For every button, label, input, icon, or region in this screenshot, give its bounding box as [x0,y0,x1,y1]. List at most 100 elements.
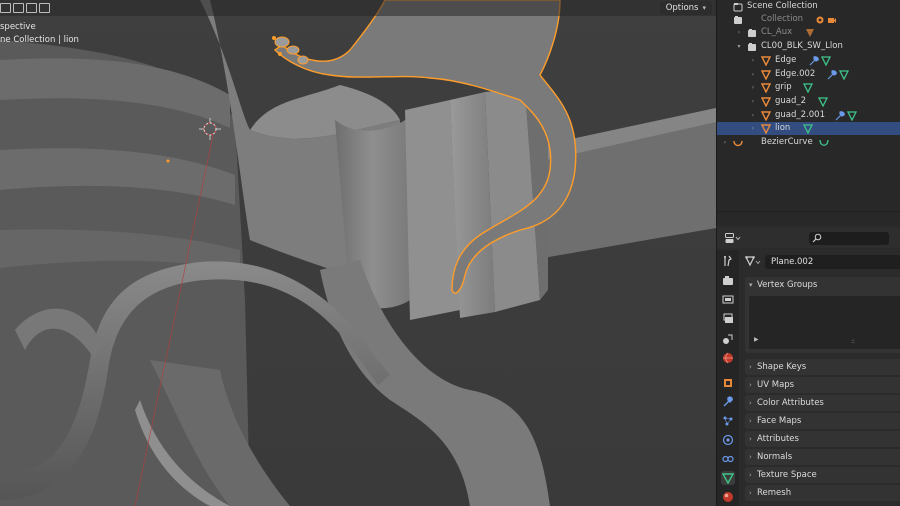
mesh-data-icon[interactable] [802,82,814,93]
outliner-row-guad-2-001[interactable]: › guad_2.001 [717,109,900,122]
outliner[interactable]: Scene Collection Collection › CL_Aux ▾ CL00_B… [716,0,900,226]
outliner-row-beziercurve[interactable]: › BezierCurve [717,136,900,149]
panel-header-vertex-groups[interactable]: ▾ Vertex Groups [745,277,900,293]
mesh-datablock-selector[interactable]: Plane.002 [745,255,900,269]
tab-view-layer[interactable] [721,312,735,326]
outliner-row-collection[interactable]: Collection [717,13,900,26]
mesh-object-icon [760,69,772,81]
chevron-right-icon: › [749,435,752,443]
hide-in-viewport-icon [816,16,824,23]
panel-normals[interactable]: › Normals [745,449,900,465]
curve-data-icon[interactable] [819,138,829,148]
mesh-object-icon [760,55,772,67]
modifier-icon[interactable] [809,55,819,66]
options-dropdown[interactable]: Options ▾ [659,1,712,15]
chevron-right-icon: › [749,363,752,371]
panel-title: Normals [757,452,793,462]
tab-scene[interactable] [721,332,735,346]
chevron-right-icon[interactable]: › [749,109,757,122]
expand-list-icon[interactable]: ▶ [754,336,759,343]
mesh-data-icon [802,123,814,134]
select-mode-button-4[interactable] [39,3,50,13]
3d-viewport[interactable]: Options ▾ spective ne Collection | lion [0,0,716,506]
mesh-data-icon[interactable] [817,96,829,107]
tab-physics[interactable] [721,433,735,447]
outliner-row-grip[interactable]: › grip [717,81,900,94]
vertex-groups-list[interactable]: ▶ ::: [749,296,900,349]
properties-editor[interactable]: Plane.002 ▾ Vertex Groups ▶ ::: › Shape Ke… [716,228,900,506]
outliner-row-cl-aux[interactable]: › CL_Aux [717,26,900,39]
select-mode-button-3[interactable] [26,3,37,13]
select-mode-button-2[interactable] [13,3,24,13]
visibility-icon[interactable] [815,15,825,25]
outliner-row-edge-002[interactable]: › Edge.002 [717,68,900,81]
tool-icon [724,255,732,267]
tab-render[interactable] [721,274,735,288]
view-collection-text: ne Collection | lion [0,35,79,45]
curve-data-icon [819,139,829,146]
mesh-data-icon[interactable] [820,55,832,66]
chevron-right-icon[interactable]: › [749,122,757,135]
chevron-right-icon[interactable]: › [735,26,743,39]
mesh-data-icon[interactable] [802,123,814,134]
chevron-right-icon[interactable]: › [721,136,729,149]
tab-world[interactable] [721,351,735,365]
tab-modifier[interactable] [721,395,735,409]
view-perspective-text: spective [0,22,36,32]
chevron-right-icon: › [749,417,752,425]
outliner-row-guad-2[interactable]: › guad_2 [717,95,900,108]
tab-constraints[interactable] [721,452,735,466]
datablock-name-field[interactable]: Plane.002 [765,255,900,269]
panel-color-attributes[interactable]: › Color Attributes [745,395,900,411]
mesh-data-icon[interactable] [846,110,858,121]
chevron-right-icon[interactable]: › [749,68,757,81]
outliner-row-label: Collection [761,14,804,24]
panel-title: Shape Keys [757,362,807,372]
panel-remesh[interactable]: › Remesh [745,485,900,501]
outliner-row-cl00-blk-sw-llon[interactable]: ▾ CL00_BLK_SW_Llon [717,40,900,53]
mesh-data-icon[interactable] [805,28,815,38]
modifier-icon [835,110,845,120]
modifier-icon[interactable] [827,69,837,80]
outliner-row-label: Scene Collection [747,1,818,11]
viewport-scene[interactable] [0,0,716,506]
panel-face-maps[interactable]: › Face Maps [745,413,900,429]
outliner-row-label: Edge [775,55,797,65]
panel-texture-space[interactable]: › Texture Space [745,467,900,483]
outliner-row-scene-collection[interactable]: Scene Collection [717,0,900,13]
collection-icon [733,15,743,25]
world-icon [723,352,733,364]
tab-data[interactable] [721,471,735,485]
physics-icon [722,434,734,446]
editor-type-button[interactable] [725,233,741,244]
properties-search-field[interactable] [809,232,889,245]
panel-shape-keys[interactable]: › Shape Keys [745,359,900,375]
outliner-row-edge[interactable]: › Edge [717,54,900,67]
modifier-icon [809,55,819,65]
tab-particles[interactable] [721,414,735,428]
select-mode-button-1[interactable] [0,3,11,13]
search-icon [812,233,822,243]
modifier-icon[interactable] [835,110,845,121]
mesh-data-icon[interactable] [838,69,850,80]
list-resize-grip-icon[interactable]: ::: [851,338,855,345]
properties-body: Plane.002 ▾ Vertex Groups ▶ ::: › Shape Ke… [739,250,900,506]
outliner-row-label: CL00_BLK_SW_Llon [761,41,843,51]
object-origin [166,159,170,163]
data-icon [722,473,734,484]
outliner-row-label: CL_Aux [761,27,793,37]
tab-object[interactable] [721,376,735,390]
tab-output[interactable] [721,293,735,307]
outliner-row-lion[interactable]: › lion [717,122,900,135]
tab-tool[interactable] [721,254,735,268]
chevron-right-icon[interactable]: › [749,54,757,67]
object-icon [724,379,732,387]
chevron-right-icon[interactable]: › [749,81,757,94]
camera-icon[interactable] [827,15,837,25]
panel-attributes[interactable]: › Attributes [745,431,900,447]
chevron-down-icon[interactable]: ▾ [735,40,743,53]
panel-uv-maps[interactable]: › UV Maps [745,377,900,393]
constraints-icon [722,455,734,463]
chevron-right-icon[interactable]: › [749,95,757,108]
tab-material[interactable] [721,490,735,504]
